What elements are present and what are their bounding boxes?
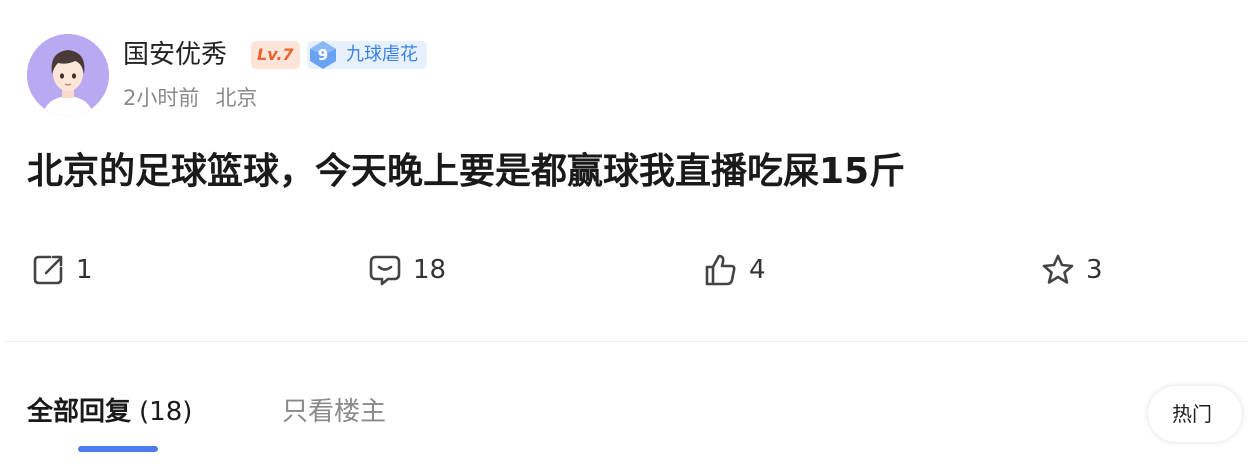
- post-meta: 2小时前 北京: [123, 84, 257, 112]
- post-location: 北京: [215, 86, 258, 110]
- level-badge: Lv.7: [251, 41, 300, 69]
- tab-all-replies-count: (18): [139, 397, 193, 427]
- comment-icon: [369, 255, 401, 286]
- comment-button[interactable]: 18: [367, 250, 446, 290]
- fan-badge-name: 九球虐花: [346, 44, 418, 65]
- avatar-illustration: [27, 34, 109, 116]
- post-time: 2小时前: [123, 86, 200, 110]
- share-count: 1: [76, 255, 93, 285]
- tab-all-replies[interactable]: 全部回复 (18): [27, 394, 192, 430]
- fan-badge-level: 9: [317, 46, 329, 64]
- star-icon: [1042, 254, 1074, 284]
- active-tab-indicator: [78, 446, 158, 452]
- like-count: 4: [749, 255, 766, 285]
- share-icon: [33, 255, 63, 285]
- fan-badge[interactable]: 9 九球虐花: [307, 41, 427, 69]
- avatar[interactable]: [27, 34, 109, 116]
- post-text: 北京的足球篮球，今天晚上要是都赢球我直播吃屎15斤: [27, 151, 906, 192]
- post-page: 国安优秀 Lv.7 9 九球虐花 2小时前 北京 北京的足球篮球，今天晚上要是都赢…: [0, 0, 1248, 464]
- share-button[interactable]: 1: [30, 250, 93, 290]
- favorite-button[interactable]: 3: [1040, 250, 1103, 290]
- tab-owner-only[interactable]: 只看楼主: [282, 394, 386, 430]
- divider: [5, 341, 1248, 342]
- like-button[interactable]: 4: [703, 250, 766, 290]
- favorite-count: 3: [1086, 255, 1103, 285]
- thumbs-up-icon: [705, 254, 736, 286]
- tab-all-replies-label: 全部回复: [27, 397, 132, 427]
- gem-icon: 9: [307, 39, 339, 71]
- sort-hot-button[interactable]: 热门: [1148, 386, 1242, 442]
- comment-count: 18: [413, 255, 447, 285]
- username[interactable]: 国安优秀: [123, 38, 227, 72]
